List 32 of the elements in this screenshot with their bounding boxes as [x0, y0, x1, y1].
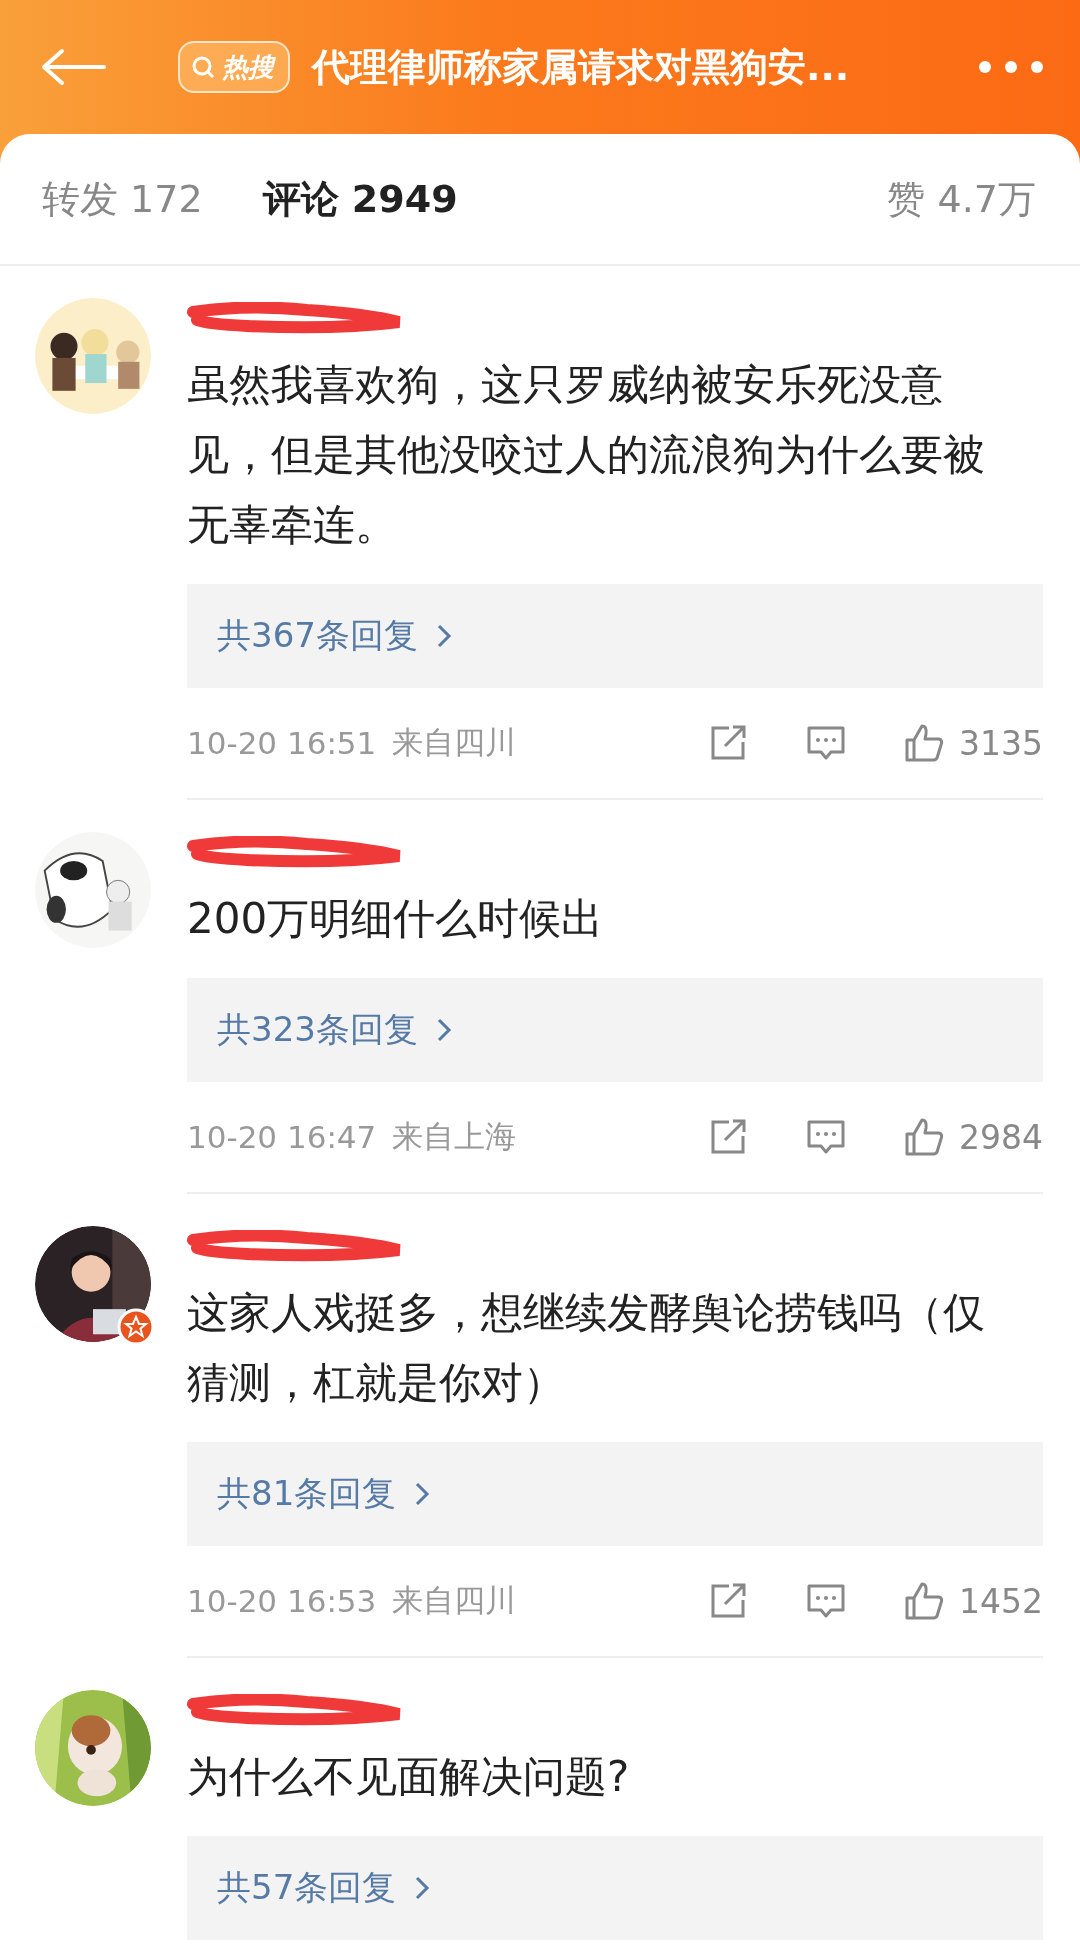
comment-location: 来自四川 [392, 723, 518, 762]
comment-time: 10-20 16:47 [187, 1119, 377, 1155]
comment-text: 虽然我喜欢狗，这只罗威纳被安乐死没意见，但是其他没咬过人的流浪狗为什么要被无辜牵连。 [187, 359, 986, 551]
tab[interactable]: 评论 2949 [262, 134, 458, 224]
search-icon [190, 54, 216, 80]
back-arrow-icon[interactable] [40, 47, 108, 87]
replies-link[interactable]: 共81条回复 [187, 1442, 1043, 1546]
comment-time: 10-20 16:51 [187, 725, 377, 761]
comment-text: 200万明细什么时候出 [187, 893, 605, 945]
chevron-right-icon [414, 1481, 431, 1507]
replies-link[interactable]: 共367条回复 [187, 584, 1043, 688]
chevron-right-icon [414, 1875, 431, 1901]
chevron-right-icon [435, 623, 452, 649]
thumbs-up-icon[interactable] [903, 1580, 945, 1622]
like-count: 1452 [959, 1581, 1043, 1621]
page-title: 代理律师称家属请求对黑狗安... [312, 43, 851, 91]
like-count: 2984 [959, 1117, 1043, 1157]
comment-location: 来自四川 [392, 1581, 518, 1620]
like-count: 3135 [959, 723, 1043, 763]
tab[interactable]: 赞 4.7万 [887, 134, 1036, 225]
badge-label: 热搜 [222, 50, 274, 84]
replies-link[interactable]: 共57条回复 [187, 1836, 1043, 1940]
thumbs-up-icon[interactable] [903, 1116, 945, 1158]
comment-location: 来自上海 [392, 1117, 518, 1156]
more-icon[interactable] [978, 60, 1044, 74]
comment-time: 10-20 16:53 [187, 1583, 377, 1619]
thumbs-up-icon[interactable] [903, 722, 945, 764]
comment-text: 为什么不见面解决问题? [187, 1751, 631, 1803]
chevron-right-icon [435, 1017, 452, 1043]
comment-text: 这家人戏挺多，想继续发酵舆论捞钱吗（仅猜测，杠就是你对） [187, 1287, 986, 1409]
tab[interactable]: 转发 172 [42, 134, 203, 224]
replies-link[interactable]: 共323条回复 [187, 978, 1043, 1082]
